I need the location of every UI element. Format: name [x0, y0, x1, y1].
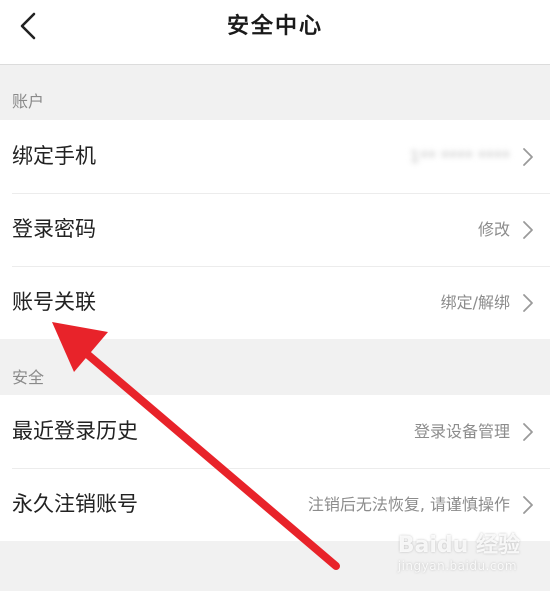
delete-account-label: 永久注销账号 — [12, 492, 138, 516]
account-link-row[interactable]: 账号关联 绑定/解绑 — [0, 266, 550, 339]
login-password-row[interactable]: 登录密码 修改 — [0, 193, 550, 266]
account-link-value: 绑定/解绑 — [440, 293, 510, 312]
section-header-security: 安全 — [12, 368, 45, 387]
login-history-value: 登录设备管理 — [413, 422, 510, 441]
bind-phone-label: 绑定手机 — [12, 144, 96, 168]
watermark-brand: Baidu 经验 — [397, 533, 520, 558]
chevron-right-icon — [523, 294, 533, 312]
baidu-watermark: Baidu 经验 jingyan.baidu.com — [398, 527, 520, 573]
login-password-label: 登录密码 — [12, 217, 96, 241]
bind-phone-value: 1** **** **** — [409, 147, 510, 166]
chevron-right-icon — [523, 221, 533, 239]
chevron-right-icon — [523, 496, 533, 514]
security-group: 最近登录历史 登录设备管理 永久注销账号 注销后无法恢复, 请谨慎操作 — [0, 395, 550, 541]
nav-bar: 安全中心 — [0, 0, 550, 65]
chevron-right-icon — [523, 148, 533, 166]
login-password-value: 修改 — [477, 220, 510, 239]
section-header-account: 账户 — [12, 92, 45, 111]
bind-phone-row[interactable]: 绑定手机 1** **** **** — [0, 120, 550, 193]
page-title: 安全中心 — [226, 14, 323, 39]
login-history-row[interactable]: 最近登录历史 登录设备管理 — [0, 395, 550, 468]
chevron-right-icon — [523, 423, 533, 441]
account-link-label: 账号关联 — [12, 290, 96, 314]
watermark-url: jingyan.baidu.com — [397, 559, 518, 573]
account-group: 绑定手机 1** **** **** 登录密码 修改 账号关联 绑定/解绑 — [0, 120, 550, 339]
login-history-label: 最近登录历史 — [12, 419, 138, 443]
